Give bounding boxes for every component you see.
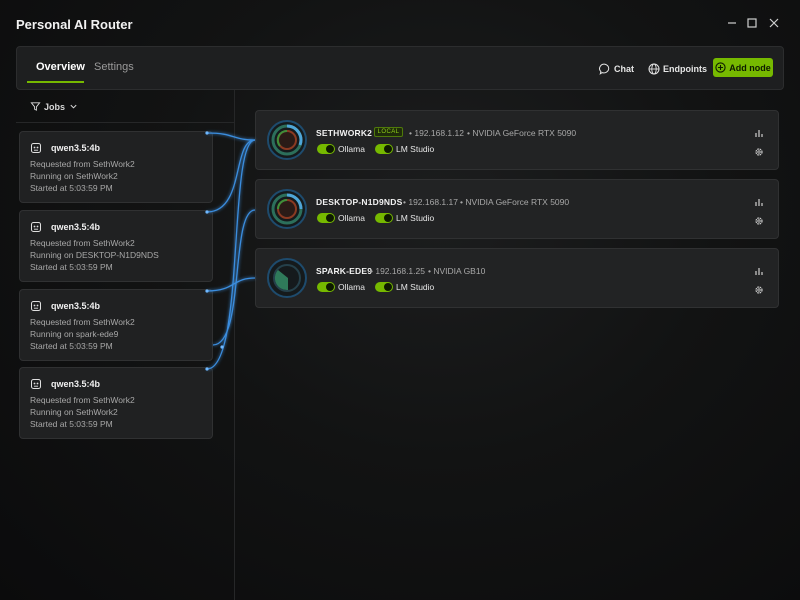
node-card-desktop-n1d9nds[interactable]: DESKTOP-N1D9NDS • 192.168.1.17 • NVIDIA … xyxy=(255,179,779,239)
chat-bubble-icon xyxy=(599,63,610,75)
node-card-sethwork2[interactable]: SETHWORK2 LOCAL • 192.168.1.12 • NVIDIA … xyxy=(255,110,779,170)
globe-icon xyxy=(648,63,660,75)
maximize-button[interactable] xyxy=(743,14,761,32)
ollama-toggle[interactable] xyxy=(317,282,335,292)
job-running-on: Running on DESKTOP-N1D9NDS xyxy=(30,250,159,260)
jobs-header-divider xyxy=(16,122,234,123)
filter-icon xyxy=(30,102,41,111)
node-name: SETHWORK2 xyxy=(316,128,373,138)
node-name: DESKTOP-N1D9NDS xyxy=(316,197,403,207)
job-model-name: qwen3.5:4b xyxy=(51,379,101,389)
active-tab-indicator xyxy=(27,81,84,83)
gear-icon[interactable] xyxy=(754,147,764,157)
job-running-on: Running on spark-ede9 xyxy=(30,329,119,339)
node-card-spark-ede9[interactable]: SPARK-EDE9 • 192.168.1.25 • NVIDIA GB10 … xyxy=(255,248,779,308)
minimize-icon xyxy=(728,22,736,24)
job-running-on: Running on SethWork2 xyxy=(30,407,118,417)
close-icon xyxy=(769,18,779,28)
job-running-on: Running on SethWork2 xyxy=(30,171,118,181)
gear-icon[interactable] xyxy=(754,216,764,226)
node-ip: • 192.168.1.25 xyxy=(370,266,425,276)
chat-label: Chat xyxy=(614,64,634,74)
bar-chart-icon[interactable] xyxy=(754,197,764,207)
job-requested-from: Requested from SethWork2 xyxy=(30,395,135,405)
add-node-button[interactable]: Add node xyxy=(713,58,773,77)
ollama-toggle[interactable] xyxy=(317,213,335,223)
jobs-filter-dropdown[interactable]: Jobs xyxy=(30,101,81,112)
model-robot-icon xyxy=(31,222,41,232)
node-name: SPARK-EDE9 xyxy=(316,266,373,276)
bar-chart-icon[interactable] xyxy=(754,128,764,138)
job-started-at: Started at 5:03:59 PM xyxy=(30,183,113,193)
job-requested-from: Requested from SethWork2 xyxy=(30,238,135,248)
tab-settings[interactable]: Settings xyxy=(94,61,134,73)
gear-icon[interactable] xyxy=(754,285,764,295)
title-bar: Personal AI Router xyxy=(0,0,800,46)
node-ip: • 192.168.1.12 xyxy=(409,128,464,138)
jobs-filter-label: Jobs xyxy=(44,101,66,112)
model-robot-icon xyxy=(31,143,41,153)
node-utilization-ring-icon xyxy=(267,120,307,160)
top-nav-bar: Overview Settings Chat Endpoints Add nod… xyxy=(16,46,784,90)
endpoints-label: Endpoints xyxy=(663,64,707,74)
ollama-label: Ollama xyxy=(338,144,365,154)
job-requested-from: Requested from SethWork2 xyxy=(30,317,135,327)
local-badge: LOCAL xyxy=(374,127,403,137)
chat-button[interactable]: Chat xyxy=(599,61,634,77)
job-card[interactable]: qwen3.5:4b Requested from SethWork2 Runn… xyxy=(19,210,213,282)
job-started-at: Started at 5:03:59 PM xyxy=(30,341,113,351)
job-model-name: qwen3.5:4b xyxy=(51,143,101,153)
node-utilization-ring-icon xyxy=(267,258,307,298)
node-gpu: • NVIDIA GeForce RTX 5090 xyxy=(460,197,570,207)
minimize-button[interactable] xyxy=(723,14,741,32)
lm-studio-label: LM Studio xyxy=(396,282,435,292)
job-started-at: Started at 5:03:59 PM xyxy=(30,262,113,272)
lm-studio-label: LM Studio xyxy=(396,213,435,223)
node-utilization-ring-icon xyxy=(267,189,307,229)
ollama-label: Ollama xyxy=(338,213,365,223)
app-title: Personal AI Router xyxy=(16,17,133,32)
job-started-at: Started at 5:03:59 PM xyxy=(30,419,113,429)
job-card[interactable]: qwen3.5:4b Requested from SethWork2 Runn… xyxy=(19,131,213,203)
job-requested-from: Requested from SethWork2 xyxy=(30,159,135,169)
node-gpu: • NVIDIA GB10 xyxy=(428,266,486,276)
chevron-down-icon xyxy=(70,104,77,109)
maximize-icon xyxy=(747,18,757,28)
job-model-name: qwen3.5:4b xyxy=(51,301,101,311)
job-card[interactable]: qwen3.5:4b Requested from SethWork2 Runn… xyxy=(19,367,213,439)
lm-studio-label: LM Studio xyxy=(396,144,435,154)
add-node-label: Add node xyxy=(729,62,771,73)
plus-circle-icon xyxy=(715,62,726,73)
endpoints-button[interactable]: Endpoints xyxy=(648,61,707,77)
job-model-name: qwen3.5:4b xyxy=(51,222,101,232)
model-robot-icon xyxy=(31,379,41,389)
ollama-toggle[interactable] xyxy=(317,144,335,154)
model-robot-icon xyxy=(31,301,41,311)
ollama-label: Ollama xyxy=(338,282,365,292)
tab-overview[interactable]: Overview xyxy=(36,61,85,73)
job-card[interactable]: qwen3.5:4b Requested from SethWork2 Runn… xyxy=(19,289,213,361)
lm-studio-toggle[interactable] xyxy=(375,282,393,292)
lm-studio-toggle[interactable] xyxy=(375,213,393,223)
node-gpu: • NVIDIA GeForce RTX 5090 xyxy=(467,128,577,138)
jobs-panel-divider xyxy=(234,90,235,600)
node-ip: • 192.168.1.17 xyxy=(403,197,458,207)
bar-chart-icon[interactable] xyxy=(754,266,764,276)
lm-studio-toggle[interactable] xyxy=(375,144,393,154)
close-button[interactable] xyxy=(765,14,783,32)
